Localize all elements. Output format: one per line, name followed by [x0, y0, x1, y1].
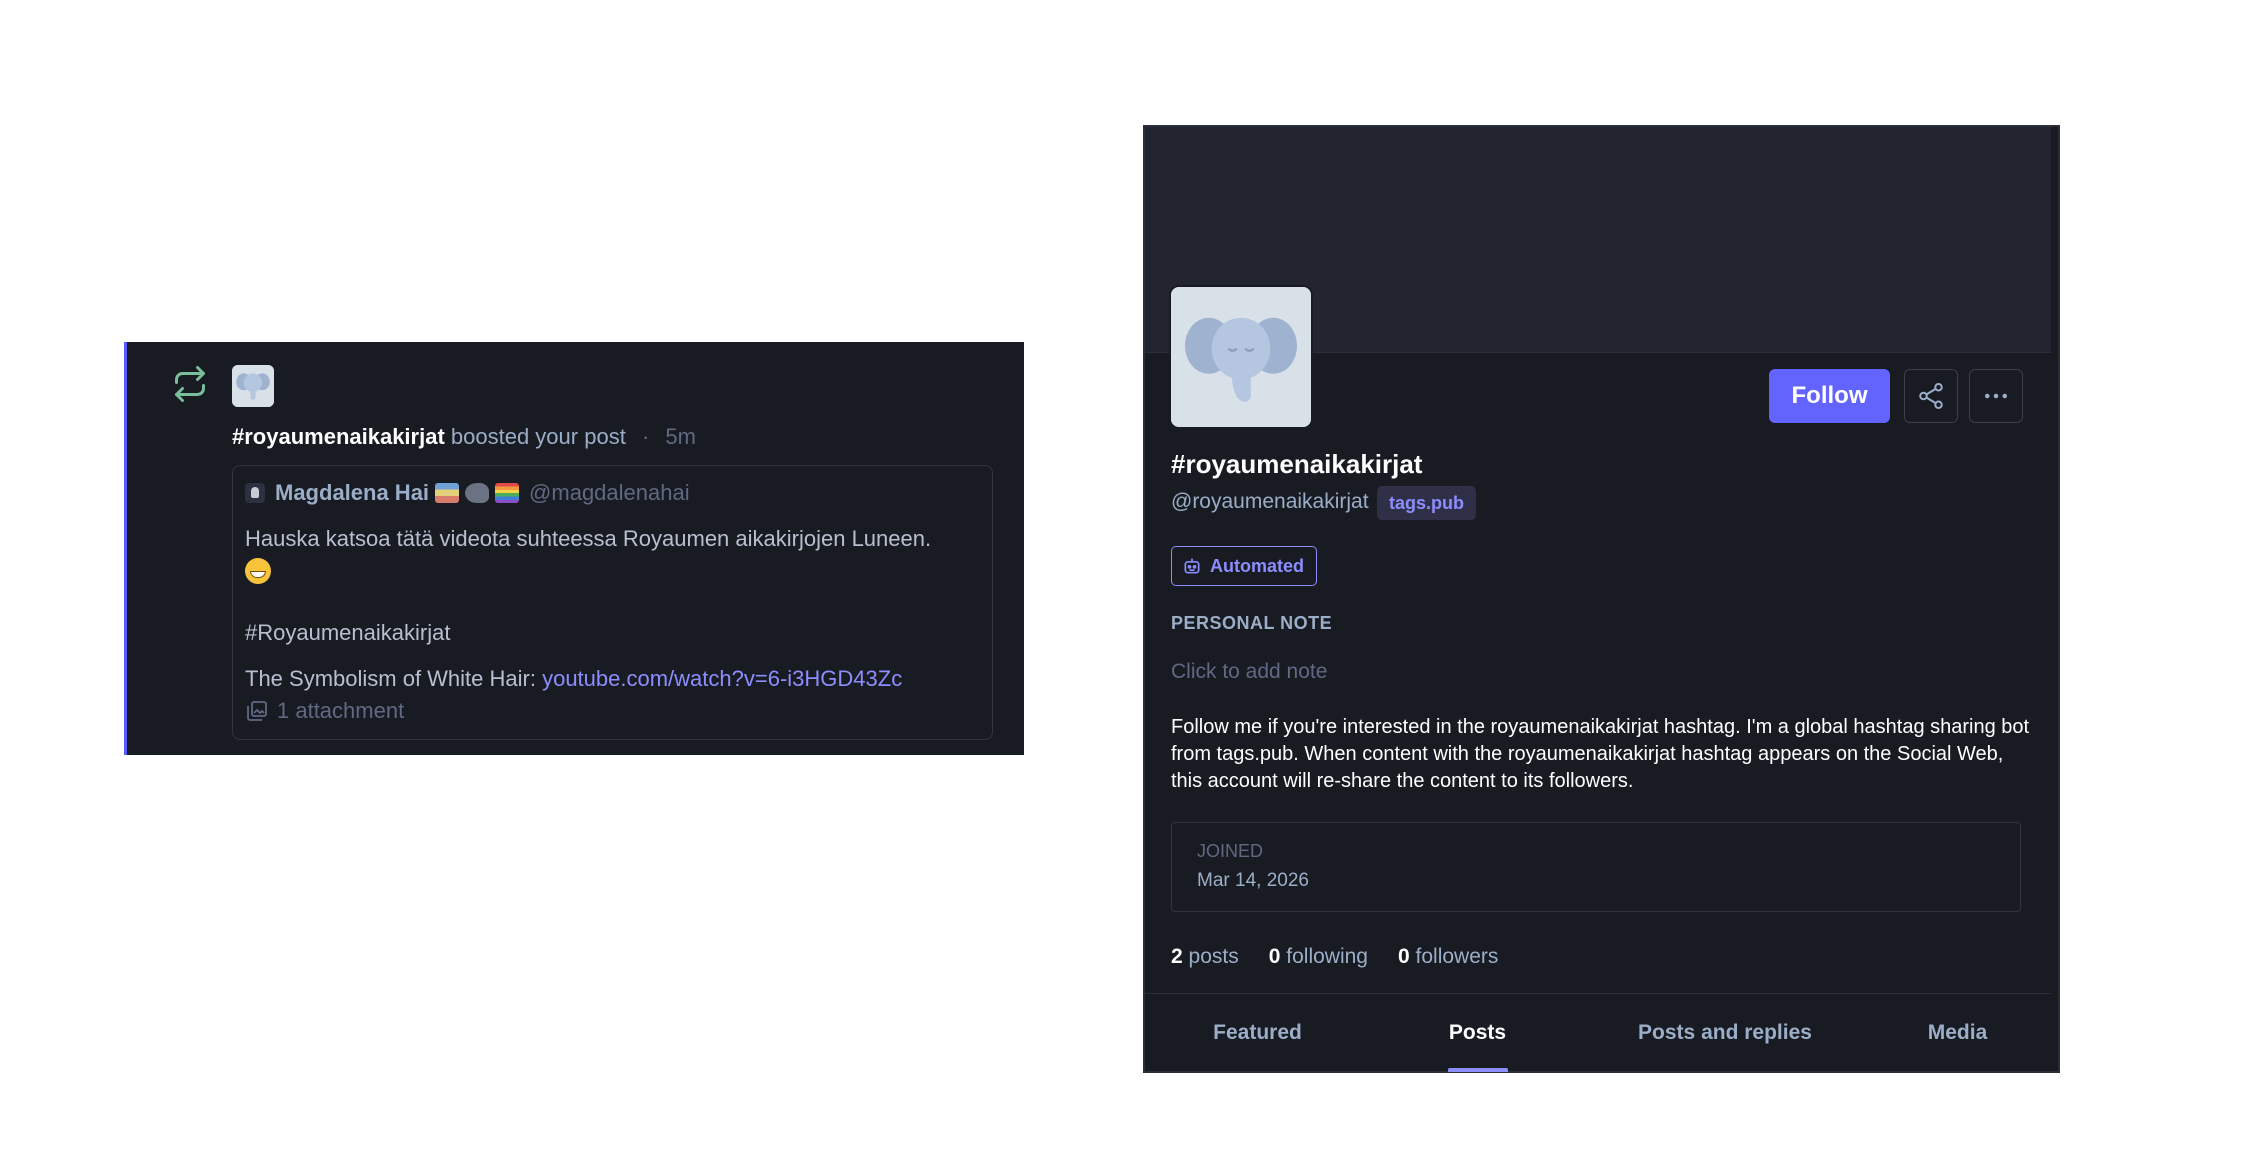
automated-badge: Automated — [1171, 546, 1317, 586]
joined-date: Mar 14, 2026 — [1197, 870, 1309, 891]
posts-count-link[interactable]: 2 posts — [1171, 945, 1239, 969]
boost-notification[interactable]: #royaumenaikakirjat boosted your post · … — [124, 342, 1024, 755]
tab-posts[interactable]: Posts — [1395, 994, 1560, 1072]
more-options-button[interactable] — [1969, 369, 2023, 423]
notification-action: boosted your post — [450, 424, 626, 449]
grinning-emoji-icon — [245, 558, 271, 590]
author-name: Magdalena Hai — [275, 480, 430, 505]
share-button[interactable] — [1904, 369, 1958, 423]
author-handle: @magdalenahai — [529, 480, 690, 505]
avatar[interactable] — [232, 365, 274, 407]
rainbow-flag-emoji-icon — [495, 483, 520, 503]
joined-label: JOINED — [1197, 841, 1264, 861]
personal-note-input[interactable]: Click to add note — [1171, 660, 1327, 684]
link-prefix: The Symbolism of White Hair: — [245, 666, 543, 691]
boosted-status[interactable]: Magdalena Hai @magdalenahai Hauska katso… — [232, 465, 993, 740]
books-emoji-icon — [435, 483, 460, 503]
tab-media[interactable]: Media — [1885, 994, 2030, 1072]
robot-icon — [1184, 558, 1200, 574]
ellipsis-icon — [1985, 393, 2007, 399]
tab-featured[interactable]: Featured — [1175, 994, 1340, 1072]
followers-count-link[interactable]: 0 followers — [1398, 945, 1498, 969]
status-hashtag[interactable]: #Royaumenaikakirjat — [245, 620, 450, 646]
profile-handle: @royaumenaikakirjat — [1171, 490, 1369, 513]
profile-panel: Follow #royaumenaikakirjat @royaumenaika… — [1143, 125, 2060, 1073]
notification-message: #royaumenaikakirjat boosted your post · … — [232, 424, 696, 450]
account-name[interactable]: #royaumenaikakirjat — [232, 424, 445, 449]
boost-icon — [172, 366, 208, 402]
timestamp[interactable]: 5m — [665, 424, 696, 449]
follow-button[interactable]: Follow — [1769, 369, 1890, 423]
personal-note-label: PERSONAL NOTE — [1171, 613, 1333, 633]
gallery-icon — [247, 701, 267, 721]
status-author[interactable]: Magdalena Hai @magdalenahai — [245, 480, 690, 506]
author-avatar — [245, 483, 265, 503]
profile-counts: 2 posts 0 following 0 followers — [1171, 945, 1498, 969]
bird-emoji-icon — [465, 483, 490, 503]
status-link-line: The Symbolism of White Hair: youtube.com… — [245, 666, 902, 692]
domain-badge: tags.pub — [1377, 486, 1476, 520]
share-icon — [1919, 383, 1943, 409]
status-text: Hauska katsoa tätä videota suhteessa Roy… — [245, 526, 932, 551]
separator: · — [641, 424, 650, 449]
attachment-indicator[interactable]: 1 attachment — [245, 698, 404, 724]
profile-bio: Follow me if you're interested in the ro… — [1171, 716, 2030, 792]
following-count-link[interactable]: 0 following — [1269, 945, 1368, 969]
profile-avatar[interactable] — [1169, 285, 1313, 429]
attachment-count: 1 attachment — [277, 698, 405, 723]
automated-label: Automated — [1210, 555, 1304, 576]
profile-tabs: Featured Posts Posts and replies Media — [1145, 993, 2051, 1074]
tab-posts-and-replies[interactable]: Posts and replies — [1595, 994, 1855, 1072]
joined-field: JOINED Mar 14, 2026 — [1171, 822, 2021, 912]
active-tab-indicator — [1447, 1068, 1508, 1072]
profile-display-name: #royaumenaikakirjat — [1171, 449, 1423, 479]
youtube-link[interactable]: youtube.com/watch?v=6-i3HGD43Zc — [542, 666, 902, 691]
